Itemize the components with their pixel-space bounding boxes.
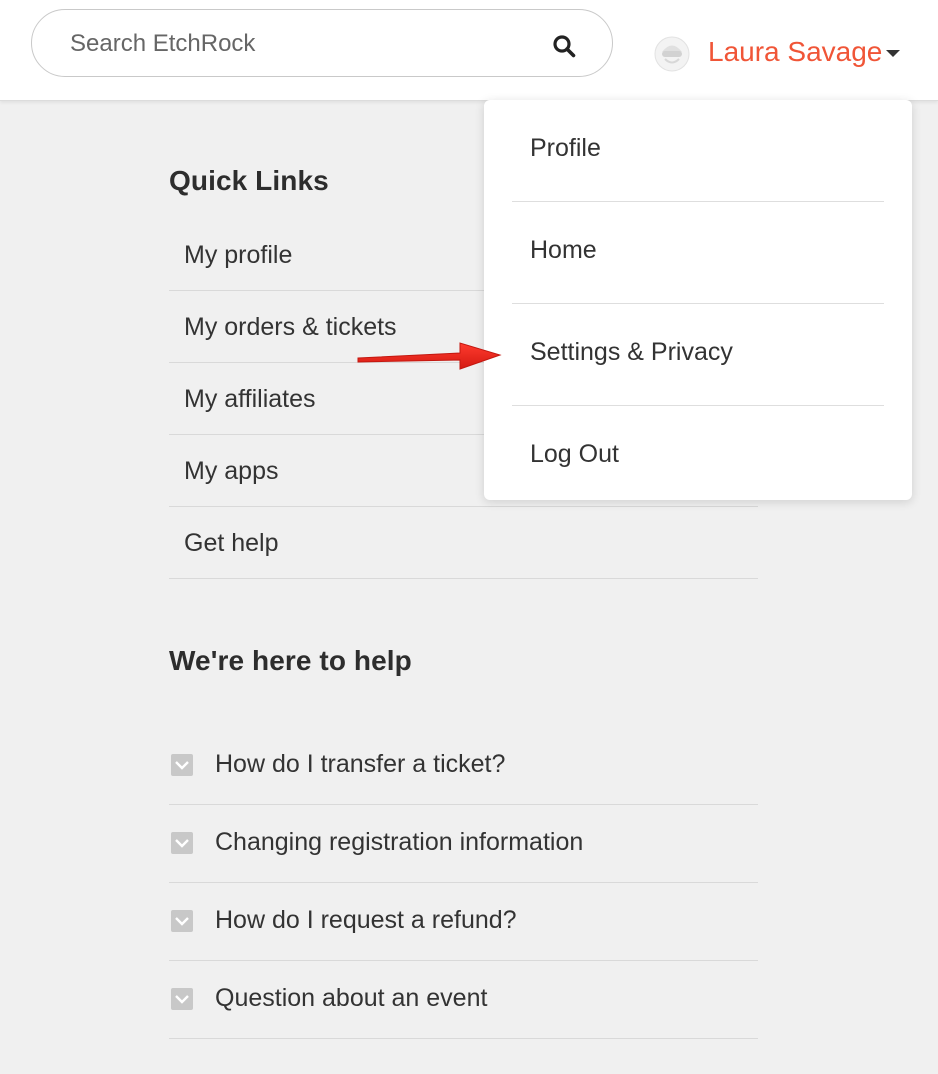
menu-item-profile[interactable]: Profile: [512, 100, 884, 202]
help-section-title: We're here to help: [169, 645, 412, 676]
help-topic-request-refund[interactable]: How do I request a refund?: [169, 883, 758, 961]
quick-link-label[interactable]: My apps: [184, 457, 278, 486]
user-name[interactable]: Laura Savage: [708, 36, 882, 68]
quick-link-label[interactable]: My profile: [184, 241, 292, 270]
chevron-down-icon[interactable]: [171, 910, 193, 932]
quick-link-get-help[interactable]: Get help: [169, 507, 758, 579]
menu-item-label[interactable]: Log Out: [530, 440, 619, 469]
top-header: Laura Savage: [0, 0, 938, 101]
user-dropdown-menu: Profile Home Settings & Privacy Log Out: [484, 100, 912, 500]
annotation-arrow-icon: [357, 342, 502, 370]
quick-link-label[interactable]: Get help: [184, 529, 279, 558]
help-topic-label[interactable]: How do I request a refund?: [215, 906, 517, 935]
help-topic-label[interactable]: How do I transfer a ticket?: [215, 750, 505, 779]
quick-link-label[interactable]: My affiliates: [184, 385, 316, 414]
caret-down-icon[interactable]: [886, 50, 900, 57]
help-topic-label[interactable]: Question about an event: [215, 984, 487, 1013]
menu-item-log-out[interactable]: Log Out: [512, 406, 884, 507]
menu-item-label[interactable]: Home: [530, 236, 597, 265]
menu-item-label[interactable]: Profile: [530, 134, 601, 163]
help-topic-label[interactable]: Changing registration information: [215, 828, 583, 857]
search-bar[interactable]: [31, 9, 613, 77]
avatar-icon: [654, 36, 690, 72]
chevron-down-icon[interactable]: [171, 988, 193, 1010]
help-topic-event-question[interactable]: Question about an event: [169, 961, 758, 1039]
quick-links-title: Quick Links: [169, 165, 329, 196]
search-icon[interactable]: [552, 34, 576, 58]
search-input[interactable]: [68, 24, 532, 64]
menu-item-settings-privacy[interactable]: Settings & Privacy: [512, 304, 884, 406]
help-topics-list: How do I transfer a ticket? Changing reg…: [169, 727, 758, 1039]
menu-item-label[interactable]: Settings & Privacy: [530, 338, 733, 367]
menu-item-home[interactable]: Home: [512, 202, 884, 304]
help-topic-transfer-ticket[interactable]: How do I transfer a ticket?: [169, 727, 758, 805]
user-menu-toggle[interactable]: Laura Savage: [654, 30, 914, 74]
chevron-down-icon[interactable]: [171, 832, 193, 854]
chevron-down-icon[interactable]: [171, 754, 193, 776]
help-topic-registration-info[interactable]: Changing registration information: [169, 805, 758, 883]
